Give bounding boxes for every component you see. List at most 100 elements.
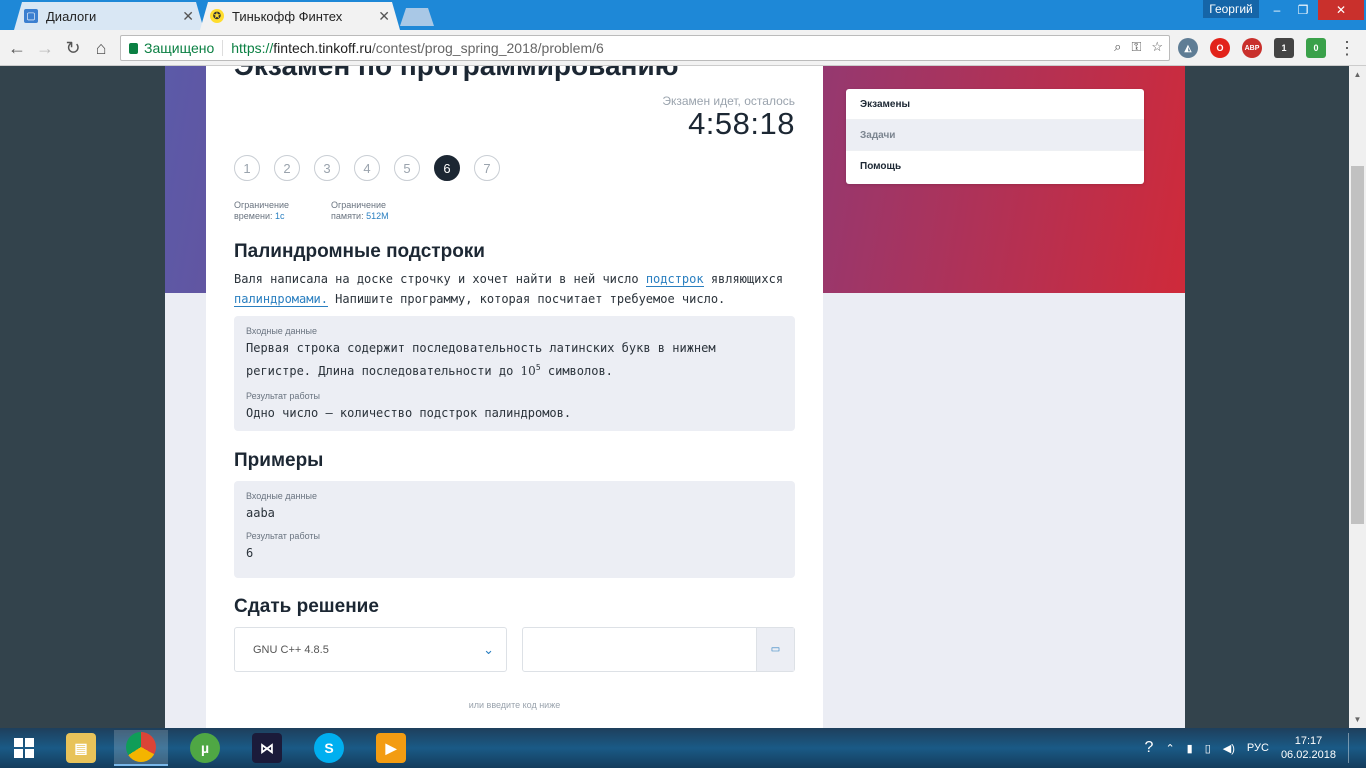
side-menu-tasks[interactable]: Задачи [846, 120, 1144, 151]
desc-text: являющихся [703, 272, 784, 286]
scroll-down-icon[interactable]: ▼ [1349, 711, 1366, 728]
url-host: fintech.tinkoff.ru [273, 40, 372, 56]
step-1[interactable]: 1 [234, 155, 260, 181]
close-tab-icon[interactable]: ✕ [378, 8, 390, 25]
browser-toolbar: ← → ↻ ⌂ Защищено https://fintech.tinkoff… [0, 30, 1366, 66]
help-icon[interactable]: ? [1145, 739, 1154, 757]
io-spec-box: Входные данные Первая строка содержит по… [234, 316, 795, 431]
step-7[interactable]: 7 [474, 155, 500, 181]
tinkoff-icon: ✪ [210, 9, 224, 23]
page-title: Экзамен по программированию [234, 66, 679, 82]
secure-indicator[interactable]: Защищено [121, 40, 224, 56]
input-spec-text: Первая строка содержит последовательност… [246, 341, 716, 378]
taskbar-skype[interactable]: S [302, 730, 356, 766]
extension-one-icon[interactable]: 1 [1274, 38, 1294, 58]
input-label: Входные данные [246, 326, 317, 336]
tab-label: Диалоги [46, 8, 97, 24]
extension-two-icon[interactable]: 0 [1306, 38, 1326, 58]
scroll-up-icon[interactable]: ▲ [1349, 66, 1366, 83]
exam-timer: 4:58:18 [688, 106, 795, 141]
input-language[interactable]: РУС [1247, 742, 1269, 754]
palindrome-link[interactable]: палиндромами. [234, 292, 328, 307]
close-tab-icon[interactable]: ✕ [182, 8, 194, 25]
forward-arrow-icon[interactable]: → [34, 37, 56, 59]
content-wrapper: Экзамен по программированию Экзамен идет… [165, 66, 1185, 728]
utorrent-icon: µ [190, 733, 220, 763]
tab-strip: ▢ Диалоги ✕ ✪ Тинькофф Финтех ✕ Георгий … [0, 0, 1366, 30]
time-limit: Ограничение времени: 1c [234, 200, 289, 222]
folder-icon[interactable]: ▭ [756, 628, 794, 671]
url-text[interactable]: https://fintech.tinkoff.ru/contest/prog_… [223, 40, 604, 56]
reload-icon[interactable]: ↻ [62, 37, 84, 59]
problem-title: Палиндромные подстроки [234, 241, 485, 262]
side-menu-exams[interactable]: Экзамены [846, 89, 1144, 120]
example-input-value: aaba [246, 506, 275, 520]
vpn-extension-icon[interactable]: ◭ [1178, 38, 1198, 58]
chat-icon: ▢ [24, 9, 38, 23]
examples-title: Примеры [234, 450, 324, 471]
minimize-button[interactable]: – [1264, 0, 1290, 20]
home-icon[interactable]: ⌂ [90, 37, 112, 59]
side-menu: Экзамены Задачи Помощь [846, 89, 1144, 184]
secure-label: Защищено [144, 40, 215, 56]
memory-limit-value: 512M [366, 211, 389, 221]
url-path: /contest/prog_spring_2018/problem/6 [371, 40, 604, 56]
clock[interactable]: 17:17 06.02.2018 [1281, 734, 1336, 762]
back-arrow-icon[interactable]: ← [6, 37, 28, 59]
memory-limit-label-2: памяти: [331, 211, 364, 221]
taskbar-utorrent[interactable]: µ [178, 730, 232, 766]
substring-link[interactable]: подстрок [645, 272, 704, 287]
profile-button[interactable]: Георгий [1203, 0, 1259, 18]
step-3[interactable]: 3 [314, 155, 340, 181]
zoom-icon[interactable]: ⌕ [1114, 39, 1121, 55]
maximize-button[interactable]: ❐ [1290, 0, 1316, 20]
taskbar-file-explorer[interactable]: ▤ [54, 730, 108, 766]
show-hidden-icons[interactable]: ⌃ [1165, 742, 1174, 755]
problem-description: Валя написала на доске строчку и хочет н… [234, 269, 794, 309]
page-scrollbar[interactable]: ▲ ▼ [1349, 66, 1366, 728]
tab-dialogs[interactable]: ▢ Диалоги ✕ [14, 2, 204, 30]
desc-text: Напишите программу, которая посчитает тр… [327, 292, 726, 306]
memory-limit: Ограничение памяти: 512M [331, 200, 389, 222]
compiler-select[interactable]: GNU C++ 4.8.5 ⌄ [234, 627, 507, 672]
scroll-thumb[interactable] [1351, 166, 1364, 524]
close-window-button[interactable]: ✕ [1318, 0, 1364, 20]
taskbar-visual-studio[interactable]: ⋈ [240, 730, 294, 766]
system-tray: ? ⌃ ▮ ▯ ◀) РУС 17:17 06.02.2018 [1145, 728, 1354, 768]
file-upload-field[interactable]: ▭ [522, 627, 795, 672]
extension-badge: 1 [1281, 43, 1287, 53]
side-menu-help[interactable]: Помощь [846, 151, 1144, 182]
bookmark-star-icon[interactable]: ☆ [1151, 39, 1163, 55]
show-desktop-button[interactable] [1348, 733, 1354, 763]
chrome-icon [126, 732, 156, 762]
adblock-icon[interactable]: ABP [1242, 38, 1262, 58]
taskbar-media-player[interactable]: ▶ [364, 730, 418, 766]
key-icon[interactable]: ⚿ [1131, 39, 1141, 55]
memory-limit-label: Ограничение [331, 200, 386, 210]
volume-icon[interactable]: ◀) [1223, 742, 1235, 755]
battery-icon[interactable]: ▯ [1205, 742, 1211, 755]
step-4[interactable]: 4 [354, 155, 380, 181]
tab-tinkoff[interactable]: ✪ Тинькофф Финтех ✕ [200, 2, 400, 30]
extension-badge: 0 [1313, 43, 1319, 53]
folder-icon: ▤ [66, 733, 96, 763]
step-5[interactable]: 5 [394, 155, 420, 181]
example-output-value: 6 [246, 546, 254, 560]
start-button[interactable] [0, 728, 48, 768]
url-scheme: https:// [231, 40, 274, 56]
taskbar-chrome[interactable] [114, 730, 168, 766]
visual-studio-icon: ⋈ [252, 733, 282, 763]
or-enter-code-hint: или введите код ниже [468, 700, 561, 710]
network-icon[interactable]: ▮ [1187, 742, 1193, 755]
opera-extension-icon[interactable]: O [1210, 38, 1230, 58]
submit-title: Сдать решение [234, 596, 379, 617]
skype-icon: S [314, 733, 344, 763]
media-player-icon: ▶ [376, 733, 406, 763]
address-bar[interactable]: Защищено https://fintech.tinkoff.ru/cont… [120, 35, 1170, 61]
time-limit-label-2: времени: [234, 211, 273, 221]
new-tab-button[interactable] [400, 8, 434, 26]
step-6[interactable]: 6 [434, 155, 460, 181]
step-2[interactable]: 2 [274, 155, 300, 181]
output-label: Результат работы [246, 391, 320, 401]
menu-kebab-icon[interactable]: ⋮ [1336, 37, 1358, 59]
